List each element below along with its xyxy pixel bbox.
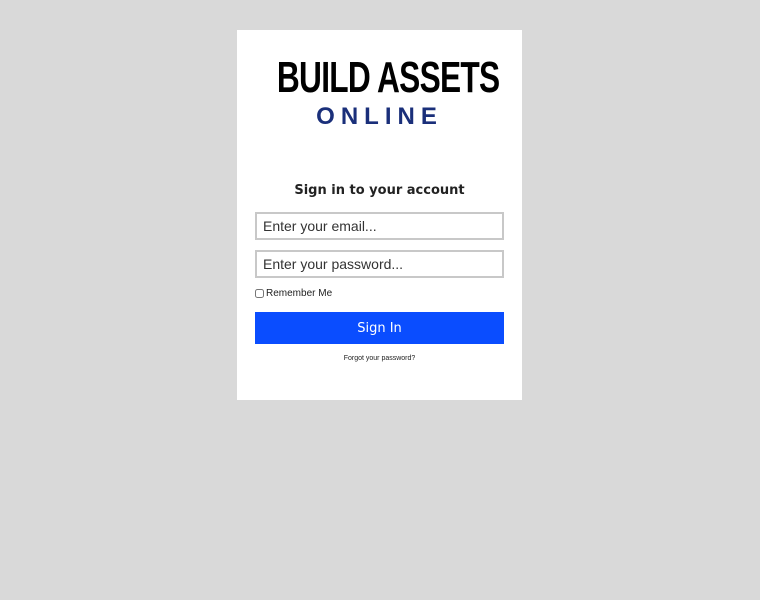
forgot-password-link[interactable]: Forgot your password? [237,355,522,362]
sign-in-button[interactable]: Sign In [255,312,504,344]
password-field[interactable] [255,250,504,278]
remember-me-label: Remember Me [266,288,333,299]
login-card: BUILD ASSETS ONLINE Sign in to your acco… [237,30,522,400]
logo: BUILD ASSETS ONLINE [237,54,522,130]
remember-me[interactable]: Remember Me [255,288,332,299]
login-heading: Sign in to your account [294,183,465,198]
remember-me-checkbox[interactable] [255,289,264,298]
logo-subtitle: ONLINE [316,103,443,130]
email-field[interactable] [255,212,504,240]
logo-title: BUILD ASSETS [276,53,500,102]
